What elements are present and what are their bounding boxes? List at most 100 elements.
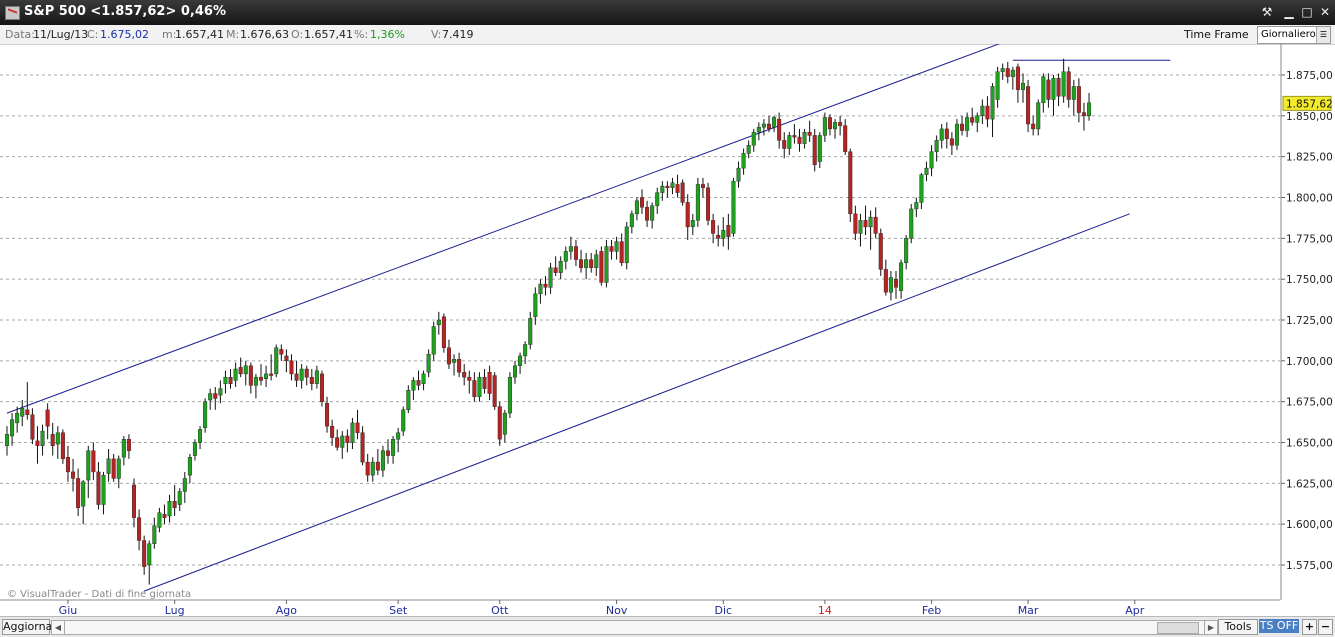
- candle[interactable]: [868, 210, 873, 250]
- candle[interactable]: [934, 135, 939, 162]
- candle[interactable]: [375, 449, 380, 476]
- candle[interactable]: [203, 398, 208, 433]
- candle[interactable]: [457, 352, 462, 378]
- candle[interactable]: [594, 249, 599, 276]
- candle[interactable]: [1087, 92, 1092, 121]
- candle[interactable]: [365, 453, 370, 482]
- candle[interactable]: [1015, 63, 1020, 103]
- candle[interactable]: [924, 161, 929, 182]
- candle[interactable]: [513, 360, 518, 384]
- candle[interactable]: [345, 429, 350, 453]
- candle[interactable]: [76, 468, 81, 516]
- candle[interactable]: [726, 213, 731, 250]
- candle[interactable]: [548, 262, 553, 294]
- candle[interactable]: [55, 426, 60, 459]
- candle[interactable]: [645, 200, 650, 227]
- candle[interactable]: [507, 372, 512, 418]
- candle[interactable]: [264, 365, 269, 387]
- candle[interactable]: [838, 115, 843, 136]
- candle[interactable]: [634, 197, 639, 221]
- candle[interactable]: [86, 445, 91, 499]
- candle[interactable]: [960, 115, 965, 136]
- candle[interactable]: [446, 339, 451, 369]
- candle[interactable]: [1056, 73, 1061, 107]
- candle[interactable]: [35, 426, 40, 464]
- candle[interactable]: [162, 504, 167, 525]
- candle[interactable]: [792, 124, 797, 144]
- candle[interactable]: [706, 182, 711, 226]
- candle[interactable]: [10, 413, 15, 446]
- candle[interactable]: [40, 424, 45, 456]
- candle[interactable]: [60, 429, 65, 464]
- candle[interactable]: [680, 179, 685, 206]
- candle[interactable]: [401, 406, 406, 436]
- candle[interactable]: [65, 445, 70, 482]
- candle[interactable]: [629, 210, 634, 234]
- candle[interactable]: [736, 161, 741, 188]
- candle[interactable]: [492, 372, 497, 410]
- candle[interactable]: [1066, 66, 1071, 108]
- refresh-button[interactable]: Aggiorna: [2, 619, 52, 635]
- candle[interactable]: [350, 418, 355, 450]
- candle[interactable]: [218, 380, 223, 404]
- candle[interactable]: [782, 132, 787, 159]
- candle[interactable]: [756, 122, 761, 141]
- candle[interactable]: [462, 364, 467, 386]
- candle[interactable]: [909, 204, 914, 244]
- candle[interactable]: [192, 439, 197, 461]
- candle[interactable]: [1036, 99, 1041, 136]
- candle[interactable]: [233, 362, 238, 387]
- candle[interactable]: [640, 189, 645, 214]
- candle[interactable]: [406, 385, 411, 414]
- trendline[interactable]: [143, 213, 1130, 592]
- candle[interactable]: [121, 435, 126, 466]
- candle[interactable]: [563, 246, 568, 270]
- candle[interactable]: [111, 453, 116, 482]
- candle[interactable]: [980, 99, 985, 125]
- candle[interactable]: [269, 354, 274, 381]
- candle[interactable]: [553, 256, 558, 276]
- timeframe-select[interactable]: Giornaliero ☰: [1257, 26, 1331, 44]
- candle[interactable]: [812, 128, 817, 172]
- candle[interactable]: [528, 311, 533, 350]
- candle[interactable]: [614, 236, 619, 260]
- candle[interactable]: [751, 128, 756, 152]
- candle[interactable]: [182, 471, 187, 503]
- candle[interactable]: [279, 344, 284, 361]
- candle[interactable]: [990, 83, 995, 138]
- candle[interactable]: [330, 419, 335, 446]
- candle[interactable]: [721, 217, 726, 247]
- candle[interactable]: [797, 128, 802, 152]
- candle[interactable]: [177, 488, 182, 512]
- candle[interactable]: [914, 197, 919, 218]
- close-button[interactable]: ✕: [1316, 3, 1334, 21]
- candle[interactable]: [533, 287, 538, 325]
- candle[interactable]: [568, 236, 573, 260]
- candle[interactable]: [685, 194, 690, 240]
- candle[interactable]: [899, 259, 904, 299]
- candle[interactable]: [787, 132, 792, 156]
- candle[interactable]: [609, 239, 614, 260]
- candle[interactable]: [1046, 73, 1051, 108]
- candle[interactable]: [843, 119, 848, 156]
- candle[interactable]: [441, 313, 446, 353]
- candle[interactable]: [167, 494, 172, 523]
- candle[interactable]: [248, 362, 253, 394]
- candle[interactable]: [716, 225, 721, 247]
- candle[interactable]: [101, 471, 106, 515]
- candle[interactable]: [746, 140, 751, 159]
- scroll-left-icon[interactable]: ◀: [52, 621, 65, 634]
- candle[interactable]: [624, 222, 629, 270]
- candle[interactable]: [431, 321, 436, 361]
- candle[interactable]: [304, 365, 309, 386]
- candle[interactable]: [15, 406, 20, 433]
- candle[interactable]: [985, 96, 990, 128]
- candle[interactable]: [579, 249, 584, 273]
- candle[interactable]: [995, 66, 1000, 108]
- scroll-thumb[interactable]: [1157, 622, 1199, 634]
- candle[interactable]: [294, 360, 299, 387]
- candle[interactable]: [690, 213, 695, 236]
- candle[interactable]: [274, 344, 279, 378]
- candle[interactable]: [573, 239, 578, 267]
- candle[interactable]: [284, 349, 289, 373]
